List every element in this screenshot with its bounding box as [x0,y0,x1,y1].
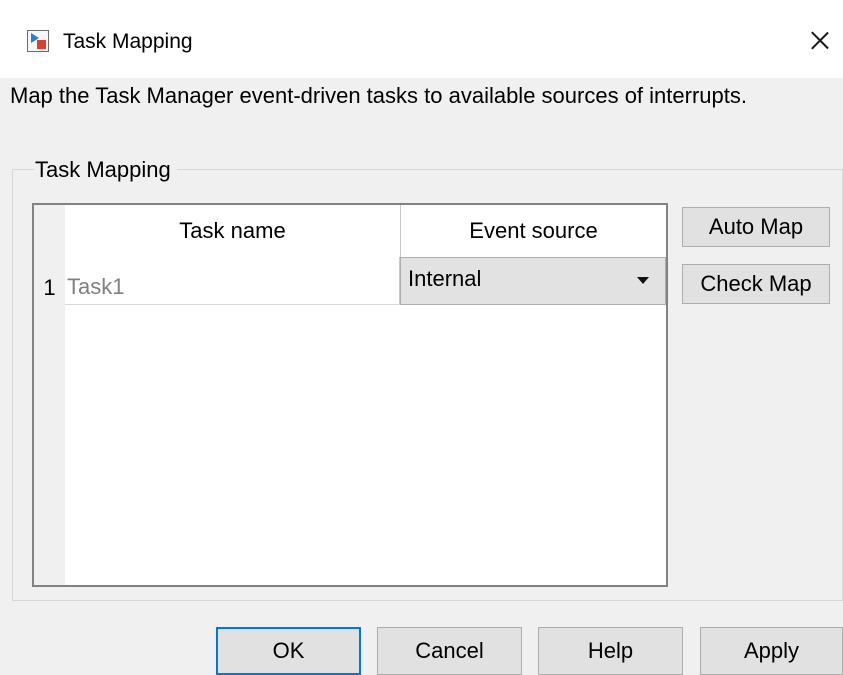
dialog-description: Map the Task Manager event-driven tasks … [10,83,747,108]
auto-map-button[interactable]: Auto Map [682,207,830,247]
ok-button[interactable]: OK [216,627,361,675]
task-mapping-table: Task name Event source 1 Task1 Internal [32,203,668,587]
task-mapping-dialog: Task Mapping Map the Task Manager event-… [0,0,843,675]
close-icon[interactable] [805,26,835,56]
help-button[interactable]: Help [538,627,683,675]
title-bar: Task Mapping [0,0,843,78]
window-title: Task Mapping [63,30,193,53]
apply-button[interactable]: Apply [700,627,843,675]
check-map-button[interactable]: Check Map [682,264,830,304]
column-header-task-name[interactable]: Task name [65,205,401,257]
block-icon [37,40,46,49]
event-source-value: Internal [408,266,482,291]
group-legend: Task Mapping [34,155,177,185]
task-name-cell[interactable]: Task1 [65,257,400,305]
event-source-dropdown[interactable]: Internal [400,257,666,305]
simulink-model-icon [27,30,49,52]
chevron-down-icon [637,277,649,284]
column-header-event-source[interactable]: Event source [401,205,666,257]
row-number: 1 [43,275,56,300]
cancel-button[interactable]: Cancel [377,627,522,675]
